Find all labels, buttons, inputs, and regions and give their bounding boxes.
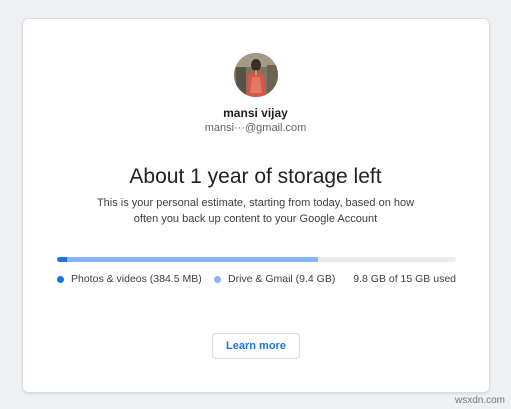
storage-usage-bar [57, 257, 456, 262]
estimate-description: This is your personal estimate, starting… [0, 195, 511, 227]
storage-estimate-heading: About 1 year of storage left [129, 165, 382, 188]
storage-bar-drive-segment [67, 257, 318, 262]
learn-more-button[interactable]: Learn more [212, 333, 300, 359]
estimate-description-line-1: This is your personal estimate, starting… [96, 197, 415, 209]
account-email: mansi···@gmail.com [204, 122, 307, 134]
estimate-description-line-2: often you back up content to your Google… [133, 213, 378, 225]
legend-drive: Drive & Gmail (9.4 GB) [214, 273, 335, 285]
legend-drive-label: Drive & Gmail (9.4 GB) [228, 273, 336, 285]
storage-bar-photos-segment [57, 257, 67, 262]
legend-photos: Photos & videos (384.5 MB) [57, 273, 202, 285]
storage-usage-text: 9.8 GB of 15 GB used [353, 273, 456, 285]
account-name: mansi vijay [223, 106, 288, 120]
avatar [234, 53, 278, 97]
drive-legend-dot-icon [214, 275, 221, 283]
profile-photo [234, 53, 278, 97]
legend-photos-label: Photos & videos (384.5 MB) [71, 273, 202, 285]
photos-legend-dot-icon [57, 275, 64, 283]
watermark: wsxdn.com [454, 395, 505, 406]
page: mansi vijay mansi···@gmail.com About 1 y… [0, 0, 511, 409]
